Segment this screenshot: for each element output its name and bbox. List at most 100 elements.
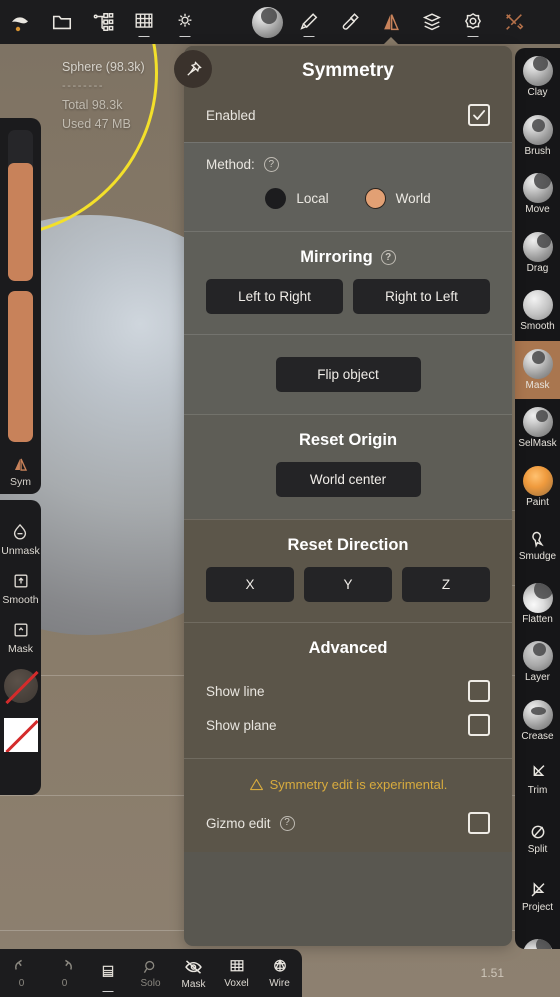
- undo-button[interactable]: 0: [0, 949, 43, 997]
- show-line-checkbox[interactable]: [468, 680, 490, 702]
- reset-origin-section: Reset Origin World center: [184, 414, 512, 519]
- sym-toggle-button[interactable]: Sym: [10, 455, 31, 488]
- mask-toggle-button[interactable]: Mask: [172, 949, 215, 997]
- brush-tool-label: Crease: [521, 730, 554, 742]
- axis-z-button[interactable]: Z: [402, 567, 490, 602]
- brush-tool-more[interactable]: [515, 926, 560, 949]
- brush-tool-drag[interactable]: Drag: [515, 224, 560, 283]
- left-to-right-button[interactable]: Left to Right: [206, 279, 343, 314]
- pin-icon: [186, 60, 202, 76]
- drag-brush-icon: [522, 231, 553, 262]
- method-option-local[interactable]: Local: [265, 188, 329, 209]
- brush-tool-brush[interactable]: Brush: [515, 107, 560, 166]
- brush-tool-move[interactable]: Move: [515, 165, 560, 224]
- top-toolbar: [0, 0, 560, 45]
- smooth-icon: [14, 574, 27, 588]
- folder-icon[interactable]: [41, 0, 82, 44]
- brush-tool-clay[interactable]: Clay: [515, 48, 560, 107]
- stats-used-memory: Used 47 MB: [62, 117, 131, 131]
- solo-button[interactable]: Solo: [129, 949, 172, 997]
- smudge-icon: [531, 532, 544, 548]
- brush-tool-mask[interactable]: Mask: [515, 340, 560, 399]
- show-plane-checkbox[interactable]: [468, 714, 490, 736]
- voxel-button[interactable]: Voxel: [215, 949, 258, 997]
- symmetry-icon[interactable]: [370, 0, 411, 45]
- help-icon[interactable]: ?: [380, 250, 396, 265]
- method-option-world[interactable]: World: [364, 188, 431, 209]
- enabled-label: Enabled: [206, 107, 256, 123]
- stats-divider: --------: [62, 80, 105, 92]
- brush-tool-label: Brush: [524, 145, 551, 157]
- method-label-row: Method: ?: [184, 143, 512, 172]
- brush-tool-label: Smooth: [520, 321, 555, 333]
- show-plane-row[interactable]: Show plane: [184, 710, 512, 758]
- advanced-title: Advanced: [308, 639, 388, 657]
- brush-tool-label: Trim: [527, 785, 548, 797]
- radio-world[interactable]: [364, 188, 386, 209]
- sculpt-logo-icon[interactable]: [0, 0, 41, 44]
- method-option-label: World: [395, 191, 431, 206]
- brush-tool-crease[interactable]: Crease: [515, 692, 560, 751]
- voxel-grid-icon: [230, 960, 243, 972]
- layers-icon[interactable]: [411, 0, 452, 44]
- left-tool-unmask[interactable]: Unmask: [1, 522, 40, 557]
- layers-button[interactable]: [86, 949, 129, 997]
- axis-y-button[interactable]: Y: [304, 567, 392, 602]
- crease-brush-icon: [522, 699, 553, 730]
- mirroring-title-row: Mirroring ?: [184, 232, 512, 279]
- radio-local[interactable]: [265, 188, 287, 209]
- show-line-row[interactable]: Show line: [184, 670, 512, 710]
- brush-tool-trim[interactable]: Trim: [515, 750, 560, 809]
- grid-icon[interactable]: [123, 0, 164, 44]
- pin-panel-button[interactable]: [174, 50, 212, 88]
- matcap-swatch[interactable]: [3, 669, 39, 705]
- advanced-section: Advanced Show line Show plane: [184, 622, 512, 758]
- brush-tool-label: Project: [521, 902, 554, 914]
- brush-tool-project[interactable]: Project: [515, 867, 560, 926]
- gizmo-edit-checkbox[interactable]: [468, 812, 490, 834]
- gizmo-edit-row[interactable]: Gizmo edit ?: [184, 806, 512, 852]
- axis-x-button[interactable]: X: [206, 567, 294, 602]
- left-tool-mask[interactable]: Mask: [8, 620, 33, 655]
- method-option-label: Local: [296, 191, 329, 206]
- brush-tool-label: Move: [525, 204, 550, 216]
- world-center-button[interactable]: World center: [275, 462, 421, 497]
- mirroring-buttons: Left to Right Right to Left: [184, 279, 512, 334]
- brush-tool-flatten[interactable]: Flatten: [515, 575, 560, 634]
- paint-bucket-icon[interactable]: [329, 0, 370, 44]
- brush-icon[interactable]: [288, 0, 329, 44]
- symmetry-icon: [14, 458, 28, 471]
- enabled-row[interactable]: Enabled: [184, 94, 512, 142]
- brush-tool-paint[interactable]: Paint: [515, 458, 560, 517]
- help-icon[interactable]: ?: [263, 157, 279, 172]
- paint-brush-icon: [522, 465, 553, 496]
- help-icon[interactable]: ?: [279, 815, 295, 831]
- brush-tool-split[interactable]: Split: [515, 809, 560, 868]
- brush-tool-smooth[interactable]: Smooth: [515, 282, 560, 341]
- reset-origin-title: Reset Origin: [298, 431, 398, 449]
- wire-label: Wire: [269, 978, 290, 989]
- tools-icon[interactable]: [493, 0, 534, 44]
- wire-button[interactable]: Wire: [258, 949, 301, 997]
- flip-object-button[interactable]: Flip object: [275, 357, 421, 392]
- color-swatch[interactable]: [3, 718, 38, 752]
- brush-tool-layer[interactable]: Layer: [515, 633, 560, 692]
- enabled-checkbox[interactable]: [468, 104, 490, 126]
- show-plane-label: Show plane: [206, 717, 277, 733]
- radius-slider[interactable]: [8, 130, 33, 281]
- voxel-label: Voxel: [224, 978, 249, 989]
- left-tool-smooth[interactable]: Smooth: [2, 571, 39, 606]
- brush-tool-selmask[interactable]: SelMask: [515, 399, 560, 458]
- active-panel-caret: [382, 37, 399, 45]
- scene-graph-icon[interactable]: [82, 0, 123, 44]
- method-label: Method:: [206, 157, 255, 172]
- settings-gear-icon[interactable]: [452, 0, 493, 44]
- right-to-left-button[interactable]: Right to Left: [353, 279, 490, 314]
- intensity-slider[interactable]: [8, 291, 33, 442]
- warning-triangle-icon: [249, 778, 263, 791]
- brush-tool-label: Drag: [526, 262, 549, 274]
- light-icon[interactable]: [164, 0, 205, 44]
- material-sphere-icon[interactable]: [247, 0, 288, 44]
- brush-tool-smudge[interactable]: Smudge: [515, 516, 560, 575]
- redo-button[interactable]: 0: [43, 949, 86, 997]
